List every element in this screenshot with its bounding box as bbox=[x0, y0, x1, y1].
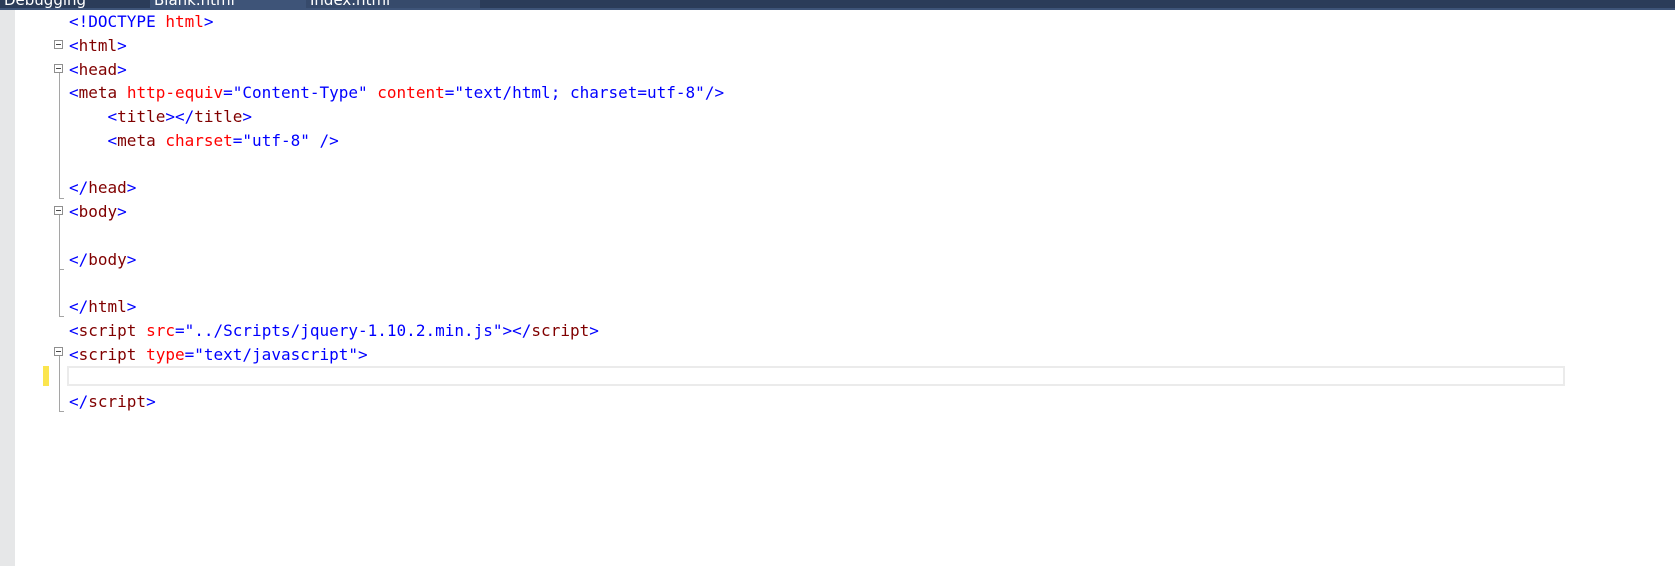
head-outline-guide bbox=[59, 73, 60, 199]
tab-strip-accent bbox=[0, 8, 1675, 10]
code-token: html bbox=[165, 12, 204, 31]
code-line[interactable]: <meta http-equiv="Content-Type" content=… bbox=[69, 81, 724, 105]
collapse-head-icon[interactable] bbox=[54, 64, 63, 73]
code-token: script bbox=[88, 392, 147, 411]
code-token: meta bbox=[117, 130, 156, 150]
code-token: = bbox=[232, 130, 243, 150]
code-token: charset bbox=[165, 130, 233, 150]
code-token: < bbox=[69, 83, 79, 103]
code-token: body bbox=[78, 202, 118, 221]
code-token: http-equiv bbox=[126, 83, 224, 103]
code-token: = bbox=[444, 83, 455, 103]
code-line[interactable]: <!DOCTYPE html> bbox=[69, 10, 214, 34]
code-token: "text/html; charset=utf-8" bbox=[454, 83, 705, 103]
code-token: </ bbox=[69, 297, 89, 316]
document-tab-strip: Debugging Blank.html Index.html bbox=[0, 0, 1675, 10]
code-token: head bbox=[78, 59, 118, 79]
code-token: "utf-8" bbox=[242, 130, 310, 150]
code-token: /> bbox=[704, 83, 725, 103]
code-token: title bbox=[117, 107, 166, 126]
code-token: <! bbox=[69, 12, 89, 31]
code-token: < bbox=[69, 320, 79, 340]
code-token: < bbox=[69, 202, 79, 221]
code-token: "Content-Type" bbox=[232, 83, 368, 103]
editor-left-margin[interactable] bbox=[0, 10, 15, 566]
code-token: body bbox=[88, 249, 127, 269]
code-editor-window: Debugging Blank.html Index.html <!DOCTYP… bbox=[0, 0, 1675, 566]
code-token: head bbox=[88, 178, 127, 198]
code-token: < bbox=[69, 344, 79, 364]
collapse-script-icon[interactable] bbox=[54, 347, 63, 356]
code-line[interactable]: </script> bbox=[69, 390, 156, 414]
code-line[interactable]: <title></title> bbox=[69, 105, 253, 129]
unsaved-change-marker bbox=[43, 366, 49, 386]
script-outline-end bbox=[59, 411, 64, 412]
code-token: content bbox=[377, 83, 445, 103]
code-token: title bbox=[194, 107, 243, 126]
code-token: > bbox=[117, 59, 127, 79]
code-line[interactable]: <script src="../Scripts/jquery-1.10.2.mi… bbox=[69, 319, 599, 343]
collapse-html-icon[interactable] bbox=[54, 40, 63, 49]
code-token: > bbox=[358, 344, 368, 364]
code-token: </ bbox=[69, 178, 89, 198]
code-line[interactable]: </body> bbox=[69, 248, 136, 272]
code-line[interactable]: <script type="text/javascript"> bbox=[69, 343, 368, 367]
code-token: < bbox=[107, 130, 118, 150]
code-token: > bbox=[242, 107, 253, 126]
code-token: > bbox=[126, 178, 137, 198]
code-token: < bbox=[69, 59, 79, 79]
code-token: </ bbox=[69, 392, 89, 411]
code-token: script bbox=[78, 320, 137, 340]
code-line[interactable]: <head> bbox=[69, 58, 127, 82]
code-token: ></ bbox=[502, 320, 532, 340]
code-token: > bbox=[146, 392, 156, 411]
code-token: = bbox=[184, 344, 195, 364]
head-outline-end bbox=[59, 198, 64, 199]
html-outline-end bbox=[59, 316, 64, 317]
code-token: DOCTYPE bbox=[88, 12, 156, 31]
code-token: meta bbox=[78, 83, 118, 103]
code-token: > bbox=[203, 12, 214, 31]
code-token: type bbox=[146, 344, 185, 364]
code-line[interactable]: </html> bbox=[69, 295, 136, 319]
code-token: > bbox=[589, 320, 599, 340]
code-token: html bbox=[78, 35, 118, 55]
code-token: html bbox=[88, 297, 127, 316]
code-token: > bbox=[126, 249, 137, 269]
code-token: > bbox=[117, 202, 127, 221]
code-token: </ bbox=[69, 249, 89, 269]
code-line[interactable]: </head> bbox=[69, 176, 136, 200]
code-line[interactable]: <meta charset="utf-8" /> bbox=[69, 129, 339, 153]
collapse-body-icon[interactable] bbox=[54, 206, 63, 215]
code-token: script bbox=[531, 320, 590, 340]
code-token: < bbox=[107, 107, 118, 126]
code-token: ></ bbox=[165, 107, 195, 126]
code-token: > bbox=[117, 35, 127, 55]
code-token: < bbox=[69, 35, 79, 55]
code-line[interactable]: <body> bbox=[69, 200, 127, 224]
code-token: src bbox=[146, 320, 175, 340]
current-line-highlight[interactable] bbox=[67, 366, 1565, 386]
code-token: script bbox=[78, 344, 137, 364]
html-outline-guide bbox=[59, 269, 60, 317]
code-token: "../Scripts/jquery-1.10.2.min.js" bbox=[184, 320, 503, 340]
script-outline-guide bbox=[59, 356, 60, 412]
code-token: > bbox=[126, 297, 137, 316]
code-token: = bbox=[223, 83, 233, 103]
code-token: /> bbox=[309, 130, 339, 150]
code-token: = bbox=[174, 320, 185, 340]
body-outline-guide bbox=[59, 215, 60, 270]
code-line[interactable]: <html> bbox=[69, 34, 127, 58]
code-token: "text/javascript" bbox=[194, 344, 359, 364]
